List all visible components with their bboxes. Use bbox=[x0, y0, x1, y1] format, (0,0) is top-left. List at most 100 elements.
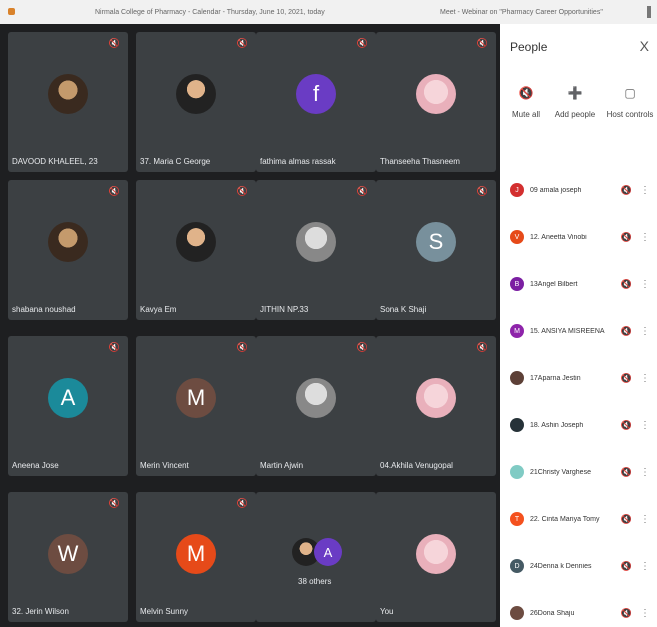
mic-off-icon[interactable]: 🔇 bbox=[621, 467, 632, 478]
avatar: A bbox=[48, 378, 88, 418]
scroll-edge bbox=[647, 6, 651, 18]
mic-off-icon[interactable]: 🔇 bbox=[621, 326, 632, 337]
participant-name: 09 amala joseph bbox=[530, 186, 582, 194]
participant-tile[interactable]: 🔇 Thanseeha Thasneem bbox=[376, 32, 496, 172]
avatar: J bbox=[510, 183, 524, 197]
more-options-icon[interactable]: ⋮ bbox=[640, 467, 650, 478]
participant-tile[interactable]: A 38 others bbox=[256, 492, 376, 622]
avatar bbox=[510, 371, 524, 385]
mic-off-icon: 🔇 bbox=[236, 186, 248, 196]
participant-name: 12. Aneetta Vinobi bbox=[530, 233, 587, 241]
mic-off-icon: 🔇 bbox=[108, 342, 120, 352]
participant-list-item[interactable]: M 15. ANSIYA MISREENA 🔇 ⋮ bbox=[510, 321, 650, 341]
participant-list-item[interactable]: 18. Ashin Joseph 🔇 ⋮ bbox=[510, 415, 650, 435]
participant-list-item[interactable]: B 13Angel Bilbert 🔇 ⋮ bbox=[510, 274, 650, 294]
participant-tile[interactable]: 🔇 DAVOOD KHALEEL, 23 bbox=[8, 32, 128, 172]
more-options-icon[interactable]: ⋮ bbox=[640, 373, 650, 384]
participant-tile[interactable]: 🔇 04.Akhila Venugopal bbox=[376, 336, 496, 476]
participant-tile[interactable]: 🔇 37. Maria C George bbox=[136, 32, 256, 172]
participant-tile[interactable]: 🔇 M Melvin Sunny bbox=[136, 492, 256, 622]
participant-tile[interactable]: 🔇 A Aneena Jose bbox=[8, 336, 128, 476]
panel-title: People bbox=[510, 40, 548, 54]
avatar: T bbox=[510, 512, 524, 526]
tab-meet[interactable]: Meet - Webinar on "Pharmacy Career Oppor… bbox=[440, 9, 603, 16]
participant-list-item[interactable]: J 09 amala joseph 🔇 ⋮ bbox=[510, 180, 650, 200]
more-options-icon[interactable]: ⋮ bbox=[640, 326, 650, 337]
more-options-icon[interactable]: ⋮ bbox=[640, 185, 650, 196]
more-options-icon[interactable]: ⋮ bbox=[640, 420, 650, 431]
mic-off-icon[interactable]: 🔇 bbox=[621, 185, 632, 196]
participant-name: 37. Maria C George bbox=[140, 157, 211, 166]
add-people-label: Add people bbox=[554, 110, 596, 119]
tab-calendar[interactable]: Nirmala College of Pharmacy - Calendar -… bbox=[95, 9, 325, 16]
more-options-icon[interactable]: ⋮ bbox=[640, 561, 650, 572]
participant-name: Thanseeha Thasneem bbox=[380, 157, 460, 166]
avatar: M bbox=[510, 324, 524, 338]
participant-name: 17Aparna Jestin bbox=[530, 374, 581, 382]
host-controls-icon: ▢ bbox=[624, 86, 636, 100]
participant-name: Melvin Sunny bbox=[140, 607, 189, 616]
participant-tile[interactable]: 🔇 W 32. Jerin Wilson bbox=[8, 492, 128, 622]
avatar bbox=[48, 74, 88, 114]
participant-name: 15. ANSIYA MISREENA bbox=[530, 327, 605, 335]
mic-off-icon[interactable]: 🔇 bbox=[621, 561, 632, 572]
mic-off-icon[interactable]: 🔇 bbox=[621, 514, 632, 525]
participant-tile[interactable]: 🔇 JITHIN NP.33 bbox=[256, 180, 376, 320]
participant-tile[interactable]: 🔇 M Merin Vincent bbox=[136, 336, 256, 476]
participant-name: 18. Ashin Joseph bbox=[530, 421, 584, 429]
participant-name: 24Denna k Dennies bbox=[530, 562, 592, 570]
avatar bbox=[296, 222, 336, 262]
more-options-icon[interactable]: ⋮ bbox=[640, 514, 650, 525]
mic-off-icon[interactable]: 🔇 bbox=[621, 279, 632, 290]
video-grid: 🔇 DAVOOD KHALEEL, 23 🔇 37. Maria C George 🔇 f… bbox=[0, 24, 500, 627]
participant-list-item[interactable]: T 22. Cinta Mariya Tomy 🔇 ⋮ bbox=[510, 509, 650, 529]
avatar: A bbox=[314, 538, 342, 566]
participant-name: Kavya Em bbox=[140, 305, 177, 314]
host-controls-label: Host controls bbox=[606, 110, 654, 119]
mute-all-button[interactable]: 🔇 Mute all bbox=[506, 86, 546, 119]
avatar bbox=[510, 606, 524, 620]
mic-off-icon: 🔇 bbox=[518, 86, 534, 100]
participant-list-item[interactable]: V 12. Aneetta Vinobi 🔇 ⋮ bbox=[510, 227, 650, 247]
mic-off-icon: 🔇 bbox=[356, 186, 368, 196]
participant-list-item[interactable]: 21Christy Varghese 🔇 ⋮ bbox=[510, 462, 650, 482]
participant-name: 26Dona Shaju bbox=[530, 609, 575, 617]
mic-off-icon[interactable]: 🔇 bbox=[621, 373, 632, 384]
participant-name: fathima almas rassak bbox=[260, 157, 336, 166]
participant-tile[interactable]: 🔇 shabana noushad bbox=[8, 180, 128, 320]
mic-off-icon: 🔇 bbox=[108, 498, 120, 508]
participant-name: 04.Akhila Venugopal bbox=[380, 461, 453, 470]
more-options-icon[interactable]: ⋮ bbox=[640, 608, 650, 619]
participant-tile[interactable]: You bbox=[376, 492, 496, 622]
avatar bbox=[48, 222, 88, 262]
mute-all-label: Mute all bbox=[511, 110, 540, 119]
participant-list-item[interactable]: 17Aparna Jestin 🔇 ⋮ bbox=[510, 368, 650, 388]
avatar bbox=[296, 378, 336, 418]
more-options-icon[interactable]: ⋮ bbox=[640, 232, 650, 243]
mic-off-icon[interactable]: 🔇 bbox=[621, 232, 632, 243]
participant-name: 38 others bbox=[298, 577, 332, 586]
avatar: W bbox=[48, 534, 88, 574]
participant-list-item[interactable]: D 24Denna k Dennies 🔇 ⋮ bbox=[510, 556, 650, 576]
mic-off-icon: 🔇 bbox=[236, 342, 248, 352]
mic-off-icon: 🔇 bbox=[108, 38, 120, 48]
close-icon[interactable]: X bbox=[640, 38, 649, 54]
participant-tile[interactable]: 🔇 f fathima almas rassak bbox=[256, 32, 376, 172]
add-people-button[interactable]: ➕ Add people bbox=[552, 86, 598, 119]
avatar bbox=[176, 222, 216, 262]
browser-tab-bar: Nirmala College of Pharmacy - Calendar -… bbox=[0, 0, 657, 25]
participant-tile[interactable]: 🔇 Martin Ajwin bbox=[256, 336, 376, 476]
avatar bbox=[416, 74, 456, 114]
mic-off-icon: 🔇 bbox=[476, 186, 488, 196]
mic-off-icon[interactable]: 🔇 bbox=[621, 420, 632, 431]
participant-tile[interactable]: 🔇 Kavya Em bbox=[136, 180, 256, 320]
host-controls-button[interactable]: ▢ Host controls bbox=[604, 86, 656, 119]
participant-tile[interactable]: 🔇 S Sona K Shaji bbox=[376, 180, 496, 320]
avatar bbox=[416, 534, 456, 574]
more-options-icon[interactable]: ⋮ bbox=[640, 279, 650, 290]
participant-list-item[interactable]: 26Dona Shaju 🔇 ⋮ bbox=[510, 603, 650, 623]
participant-name: Merin Vincent bbox=[140, 461, 189, 470]
mic-off-icon: 🔇 bbox=[108, 186, 120, 196]
mic-off-icon[interactable]: 🔇 bbox=[621, 608, 632, 619]
avatar bbox=[510, 418, 524, 432]
